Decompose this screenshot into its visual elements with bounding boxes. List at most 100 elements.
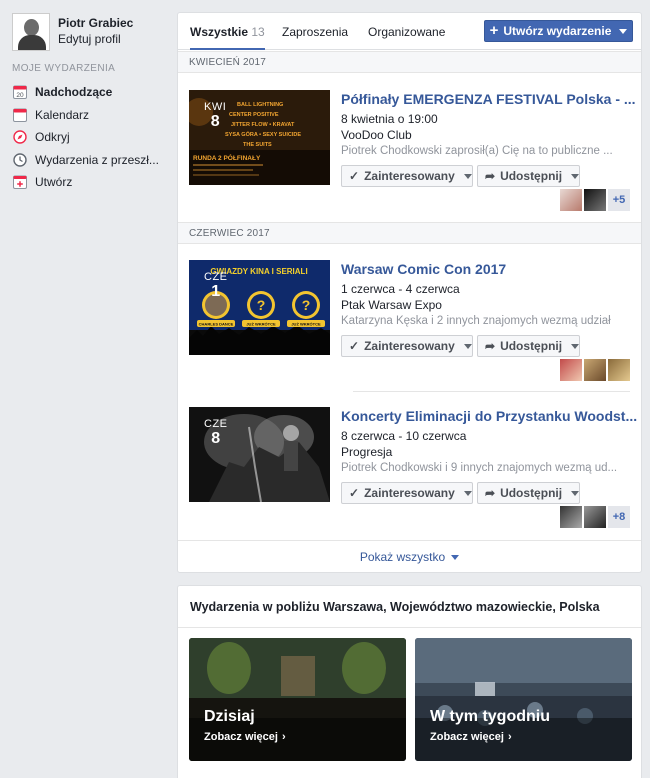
thumb-line: THE SUITS bbox=[243, 142, 272, 148]
sidebar-item-calendar[interactable]: Kalendarz bbox=[12, 104, 159, 127]
chevron-right-icon: › bbox=[281, 731, 286, 743]
date-badge-month: CZE bbox=[204, 271, 228, 283]
nearby-title: Wydarzenia w pobliżu Warszawa, Województ… bbox=[178, 586, 641, 628]
caret-down-icon bbox=[619, 28, 628, 34]
event-item: CZE 8 Koncerty Eliminacji do Przystanku … bbox=[189, 407, 637, 528]
event-thumbnail[interactable]: CZE 8 bbox=[189, 407, 330, 502]
see-more-label: Zobacz więcej bbox=[430, 731, 504, 743]
checkmark-icon: ✓ bbox=[349, 486, 360, 500]
event-place: Ptak Warsaw Expo bbox=[341, 298, 442, 312]
friend-avatar[interactable] bbox=[608, 359, 630, 381]
create-event-label: Utwórz wydarzenie bbox=[503, 24, 612, 38]
event-title[interactable]: Warsaw Comic Con 2017 bbox=[341, 261, 506, 277]
sidebar-menu: 20 Nadchodzące Kalendarz Odkryj Wydarzen… bbox=[12, 81, 159, 194]
friend-avatar[interactable] bbox=[584, 189, 606, 211]
share-label: Udostępnij bbox=[500, 486, 563, 500]
caret-down-icon bbox=[571, 343, 580, 349]
event-title[interactable]: Półfinały EMERGENZA FESTIVAL Polska - ..… bbox=[341, 91, 636, 107]
tile-today[interactable]: Dzisiaj Zobacz więcej › bbox=[189, 638, 406, 761]
event-place: VooDoo Club bbox=[341, 128, 412, 142]
share-label: Udostępnij bbox=[500, 169, 563, 183]
interested-label: Zainteresowany bbox=[364, 339, 455, 353]
more-friends-count[interactable]: +5 bbox=[608, 189, 630, 211]
date-badge-day: 8 bbox=[210, 113, 220, 130]
sidebar-item-label: Kalendarz bbox=[35, 107, 90, 122]
event-item: GWIAZDY KINA I SERIALI ? ? CHARLES DANCE… bbox=[189, 260, 630, 381]
svg-text:?: ? bbox=[257, 297, 266, 313]
sidebar-section-title: MOJE WYDARZENIA bbox=[12, 63, 116, 74]
tab-all[interactable]: Wszystkie 13 bbox=[190, 13, 265, 50]
edit-profile-link[interactable]: Edytuj profil bbox=[58, 31, 133, 47]
friends-avatars bbox=[560, 359, 630, 381]
sidebar-item-upcoming[interactable]: 20 Nadchodzące bbox=[12, 81, 159, 104]
caret-down-icon bbox=[571, 173, 580, 179]
friends-avatars: +8 bbox=[560, 506, 630, 528]
share-arrow-icon: ➦ bbox=[485, 339, 496, 353]
caret-down-icon bbox=[463, 173, 472, 179]
checkmark-icon: ✓ bbox=[349, 169, 360, 183]
caret-down-icon bbox=[451, 555, 460, 561]
event-date: 8 czerwca - 10 czerwca bbox=[341, 429, 467, 443]
avatar[interactable] bbox=[12, 13, 50, 51]
tile-label: Dzisiaj bbox=[204, 708, 255, 725]
profile-name[interactable]: Piotr Grabiec bbox=[58, 15, 133, 31]
more-friends-count[interactable]: +8 bbox=[608, 506, 630, 528]
date-badge-day: 8 bbox=[211, 430, 221, 447]
thumb-name: JUŻ WKRÓTCE bbox=[291, 322, 321, 327]
sidebar-item-past-events[interactable]: Wydarzenia z przeszł... bbox=[12, 149, 159, 172]
date-badge: KWI 8 bbox=[204, 102, 226, 130]
create-event-button[interactable]: + Utwórz wydarzenie bbox=[484, 20, 633, 42]
tab-label: Wszystkie bbox=[190, 25, 249, 39]
event-thumbnail[interactable]: BALL LIGHTNING CENTER POSITIVE JITTER FL… bbox=[189, 90, 330, 185]
add-event-icon bbox=[12, 174, 28, 190]
sidebar-item-discover[interactable]: Odkryj bbox=[12, 126, 159, 149]
date-badge: CZE 8 bbox=[204, 419, 228, 447]
tab-invitations[interactable]: Zaproszenia bbox=[282, 13, 348, 50]
thumb-line: SYSA GÓRA • SEXY SUICIDE bbox=[225, 130, 301, 138]
event-thumbnail[interactable]: GWIAZDY KINA I SERIALI ? ? CHARLES DANCE… bbox=[189, 260, 330, 355]
tab-count: 13 bbox=[251, 25, 265, 39]
caret-down-icon bbox=[463, 343, 472, 349]
sidebar-item-label: Wydarzenia z przeszł... bbox=[35, 152, 159, 167]
calendar-icon bbox=[12, 107, 28, 123]
event-title[interactable]: Koncerty Eliminacji do Przystanku Woodst… bbox=[341, 408, 637, 424]
date-badge: CZE 1 bbox=[204, 272, 228, 300]
share-button[interactable]: ➦ Udostępnij bbox=[477, 165, 580, 187]
friend-avatar[interactable] bbox=[560, 359, 582, 381]
friend-avatar[interactable] bbox=[560, 506, 582, 528]
see-more-link[interactable]: Zobacz więcej › bbox=[204, 731, 286, 743]
profile-block[interactable]: Piotr Grabiec Edytuj profil bbox=[12, 13, 133, 51]
tab-hosting[interactable]: Organizowane bbox=[368, 13, 445, 50]
thumb-line: BALL LIGHTNING bbox=[237, 102, 283, 108]
friend-avatar[interactable] bbox=[584, 506, 606, 528]
nearby-events-card: Wydarzenia w pobliżu Warszawa, Województ… bbox=[177, 585, 642, 778]
thumb-round: RUNDA 2 PÓŁFINAŁY bbox=[193, 153, 261, 162]
interested-button[interactable]: ✓ Zainteresowany bbox=[341, 482, 473, 504]
events-tabs: Wszystkie 13 Zaproszenia Organizowane + … bbox=[178, 13, 641, 50]
checkmark-icon: ✓ bbox=[349, 339, 360, 353]
tile-label: W tym tygodniu bbox=[430, 708, 550, 725]
sidebar-item-label: Odkryj bbox=[35, 130, 70, 145]
thumb-name: CHARLES DANCE bbox=[199, 322, 234, 327]
share-arrow-icon: ➦ bbox=[485, 486, 496, 500]
thumb-line: CENTER POSITIVE bbox=[229, 112, 279, 118]
friend-avatar[interactable] bbox=[584, 359, 606, 381]
interested-button[interactable]: ✓ Zainteresowany bbox=[341, 165, 473, 187]
friends-avatars: +5 bbox=[560, 189, 630, 211]
event-place: Progresja bbox=[341, 445, 393, 459]
sidebar-item-create[interactable]: Utwórz bbox=[12, 171, 159, 194]
event-social-context: Katarzyna Kęska i 2 innych znajomych wez… bbox=[341, 315, 611, 327]
share-label: Udostępnij bbox=[500, 339, 563, 353]
show-all-label: Pokaż wszystko bbox=[359, 550, 446, 564]
event-date: 8 kwietnia o 19:00 bbox=[341, 112, 438, 126]
share-arrow-icon: ➦ bbox=[485, 169, 496, 183]
month-header: CZERWIEC 2017 bbox=[178, 222, 641, 244]
share-button[interactable]: ➦ Udostępnij bbox=[477, 335, 580, 357]
see-more-link[interactable]: Zobacz więcej › bbox=[430, 731, 512, 743]
share-button[interactable]: ➦ Udostępnij bbox=[477, 482, 580, 504]
show-all-link[interactable]: Pokaż wszystko bbox=[178, 540, 641, 573]
month-header: KWIECIEŃ 2017 bbox=[178, 51, 641, 73]
friend-avatar[interactable] bbox=[560, 189, 582, 211]
interested-button[interactable]: ✓ Zainteresowany bbox=[341, 335, 473, 357]
tile-this-week[interactable]: W tym tygodniu Zobacz więcej › bbox=[415, 638, 632, 761]
